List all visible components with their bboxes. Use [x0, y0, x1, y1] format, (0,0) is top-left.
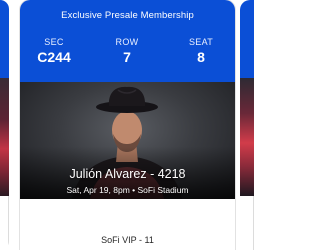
- ticket-card[interactable]: Exclusive Presale Membership SEC C244 RO…: [20, 0, 235, 250]
- membership-label: Exclusive Presale Membership: [61, 10, 194, 21]
- row-info: ROW 7: [107, 37, 147, 65]
- next-ticket-peek[interactable]: [240, 0, 254, 250]
- section-info: SEC C244: [34, 37, 74, 65]
- seat-label: SEAT: [188, 37, 214, 47]
- sec-value: C244: [37, 49, 71, 65]
- sec-label: SEC: [44, 37, 64, 47]
- performer-photo: [20, 82, 235, 199]
- row-value: 7: [123, 49, 131, 65]
- seat-info: SEAT 8: [181, 37, 221, 65]
- event-title: Julión Alvarez - 4218: [69, 167, 186, 181]
- ticket-carousel: Exclusive Presale Membership SEC C244 RO…: [0, 0, 254, 250]
- ticket-body: SoFi VIP - 11: [20, 199, 235, 250]
- event-details: Sat, Apr 19, 8pm • SoFi Stadium: [66, 185, 189, 195]
- previous-ticket-peek[interactable]: [0, 0, 9, 250]
- ticket-header: Exclusive Presale Membership SEC C244 RO…: [20, 0, 235, 82]
- section-name: SoFi VIP - 11: [101, 235, 154, 245]
- event-image: Julión Alvarez - 4218 Sat, Apr 19, 8pm •…: [20, 82, 235, 199]
- row-label: ROW: [115, 37, 139, 47]
- seat-value: 8: [197, 49, 205, 65]
